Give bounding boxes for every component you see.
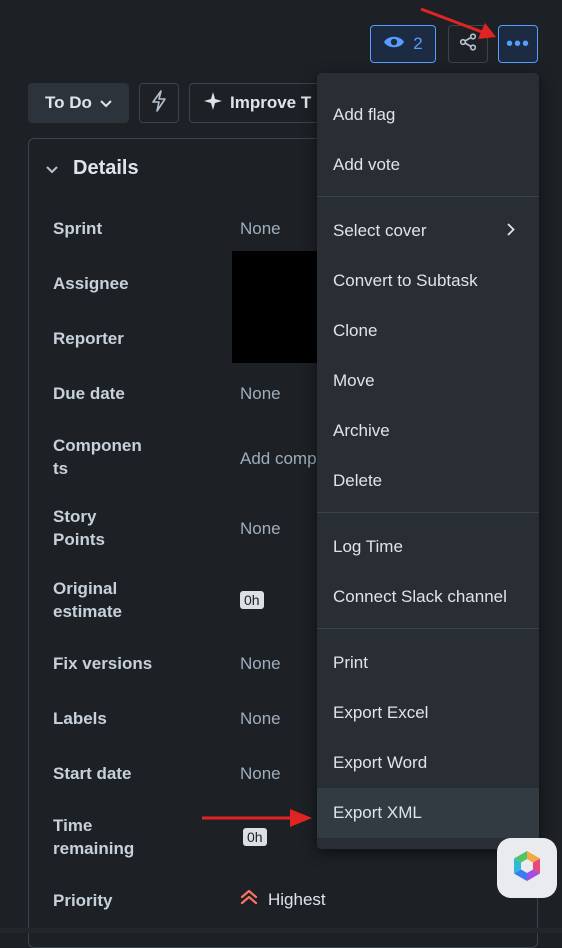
labels-value[interactable]: None — [240, 707, 281, 730]
floating-app-button[interactable] — [497, 838, 557, 898]
menu-item-convert-to-subtask[interactable]: Convert to Subtask — [317, 256, 539, 306]
menu-item-label: Add vote — [333, 155, 401, 174]
menu-item-label: Connect Slack channel — [333, 587, 507, 606]
highest-priority-icon — [240, 889, 258, 910]
menu-divider — [317, 512, 539, 513]
menu-item-label: Archive — [333, 421, 390, 440]
sprint-label: Sprint — [53, 219, 103, 238]
status-dropdown[interactable]: To Do — [28, 83, 129, 123]
priority-label: Priority — [53, 891, 113, 910]
chevron-down-icon — [45, 157, 59, 180]
watchers-count: 2 — [413, 34, 423, 53]
fix-versions-value[interactable]: None — [240, 652, 281, 675]
menu-item-label: Move — [333, 371, 375, 390]
time-remaining-label-line1: Time — [53, 816, 93, 835]
story-points-label: Story Points — [53, 505, 173, 551]
reporter-label: Reporter — [53, 329, 124, 348]
original-estimate-label-line1: Original — [53, 579, 118, 598]
menu-item-log-time[interactable]: Log Time — [317, 522, 539, 572]
menu-item-delete[interactable]: Delete — [317, 456, 539, 506]
improve-button[interactable]: Improve T — [189, 83, 329, 123]
app-logo-icon — [512, 850, 542, 887]
components-label-line2: ts — [53, 459, 69, 478]
chevron-down-icon — [100, 93, 112, 113]
story-points-value[interactable]: None — [240, 517, 281, 540]
share-icon — [458, 32, 478, 57]
more-actions-button[interactable]: ••• — [498, 25, 538, 63]
time-remaining-label: Time remaining — [53, 814, 173, 860]
lightning-icon — [151, 89, 167, 117]
menu-item-print[interactable]: Print — [317, 638, 539, 688]
start-date-value[interactable]: None — [240, 762, 281, 785]
story-points-label-line1: Story — [53, 507, 97, 526]
watch-button[interactable]: 2 — [370, 25, 436, 63]
time-remaining-value[interactable]: 0h — [243, 828, 267, 846]
menu-item-label: Add flag — [333, 105, 396, 124]
due-date-label: Due date — [53, 384, 125, 403]
components-label-line1: Componen — [53, 436, 142, 455]
sprint-value[interactable]: None — [240, 217, 281, 240]
time-remaining-label-line2: remaining — [53, 839, 135, 858]
redacted-people-block — [232, 251, 320, 363]
original-estimate-label: Original estimate — [53, 577, 173, 623]
original-estimate-label-line2: estimate — [53, 602, 122, 621]
menu-item-label: Print — [333, 653, 368, 672]
sparkle-icon — [204, 91, 222, 115]
fix-versions-label: Fix versions — [53, 654, 153, 673]
menu-item-export-word[interactable]: Export Word — [317, 738, 539, 788]
menu-item-label: Export XML — [333, 803, 422, 822]
menu-item-label: Select cover — [333, 221, 427, 240]
menu-item-connect-slack-channel[interactable]: Connect Slack channel — [317, 572, 539, 622]
more-icon: ••• — [505, 32, 530, 55]
menu-item-export-excel[interactable]: Export Excel — [317, 688, 539, 738]
priority-value[interactable]: Highest — [240, 889, 326, 910]
chevron-right-icon — [507, 221, 515, 241]
start-date-label: Start date — [53, 764, 132, 783]
menu-item-clone[interactable]: Clone — [317, 306, 539, 356]
automation-button[interactable] — [139, 83, 179, 123]
bottom-strip — [0, 928, 562, 933]
components-value[interactable]: Add comp — [240, 447, 317, 470]
components-label: Componen ts — [53, 434, 173, 480]
assignee-label: Assignee — [53, 274, 129, 293]
menu-item-archive[interactable]: Archive — [317, 406, 539, 456]
menu-item-label: Convert to Subtask — [333, 271, 478, 290]
share-button[interactable] — [448, 25, 488, 63]
menu-item-label: Export Excel — [333, 703, 429, 722]
eye-icon — [383, 34, 405, 55]
details-header[interactable]: Details — [45, 153, 139, 183]
menu-item-label: Clone — [333, 321, 378, 340]
menu-item-select-cover[interactable]: Select cover — [317, 206, 539, 256]
menu-divider — [317, 196, 539, 197]
details-title: Details — [73, 156, 139, 179]
menu-divider — [317, 628, 539, 629]
story-points-label-line2: Points — [53, 530, 105, 549]
more-actions-menu: Add flag Add vote Select cover Convert t… — [317, 73, 539, 849]
menu-item-add-vote[interactable]: Add vote — [317, 140, 539, 190]
menu-item-label: Export Word — [333, 753, 428, 772]
menu-item-label: Log Time — [333, 537, 403, 556]
status-label: To Do — [45, 93, 92, 112]
menu-item-label: Delete — [333, 471, 383, 490]
improve-label: Improve T — [230, 93, 312, 112]
menu-item-export-xml[interactable]: Export XML — [317, 788, 539, 838]
menu-item-move[interactable]: Move — [317, 356, 539, 406]
menu-item-add-flag[interactable]: Add flag — [317, 90, 539, 140]
labels-label: Labels — [53, 709, 107, 728]
priority-value-label: Highest — [268, 889, 326, 909]
original-estimate-value[interactable]: 0h — [240, 591, 264, 609]
due-date-value[interactable]: None — [240, 382, 281, 405]
